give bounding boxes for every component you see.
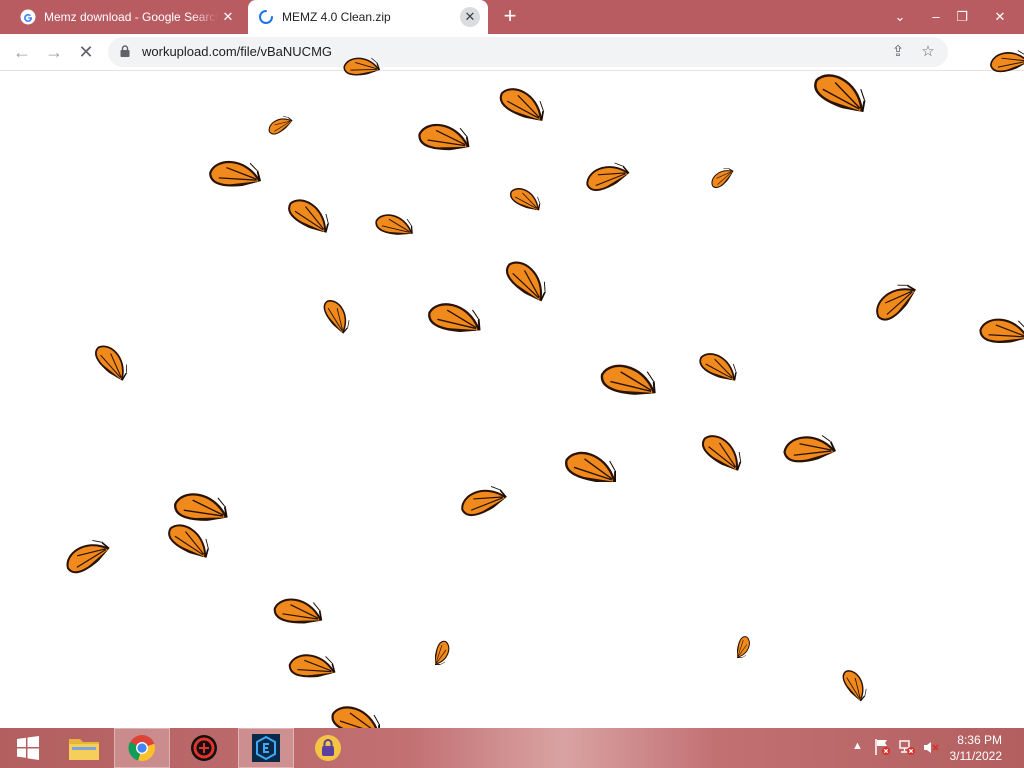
restore-icon[interactable]: ❐ bbox=[950, 4, 974, 30]
loading-spinner-icon bbox=[259, 10, 273, 24]
star-icon[interactable]: ☆ bbox=[918, 42, 938, 62]
tab-strip: Memz download - Google Search ✕ MEMZ 4.0… bbox=[0, 0, 1024, 34]
volume-muted-icon[interactable] bbox=[922, 738, 940, 756]
windows-taskbar: ▲ 8:36 PM 3/11/2022 bbox=[0, 728, 1024, 768]
arrow-left-icon[interactable]: ← bbox=[10, 40, 34, 64]
clock-date: 3/11/2022 bbox=[949, 749, 1003, 763]
app-red-icon[interactable] bbox=[176, 728, 232, 768]
close-icon[interactable]: ✕ bbox=[988, 4, 1012, 30]
system-clock[interactable]: 8:36 PM 3/11/2022 bbox=[942, 732, 1003, 764]
tab-title: MEMZ 4.0 Clean.zip bbox=[282, 10, 391, 24]
stop-x-icon[interactable]: ✕ bbox=[74, 40, 98, 64]
address-bar[interactable]: workupload.com/file/vBaNUCMG ⇪ ☆ bbox=[108, 37, 948, 67]
close-tab-icon[interactable]: ✕ bbox=[218, 7, 238, 27]
chevron-down-icon[interactable]: ⌄ bbox=[888, 4, 912, 30]
file-explorer-icon[interactable] bbox=[56, 728, 112, 768]
action-center-flag-icon[interactable] bbox=[874, 738, 890, 756]
page-content bbox=[0, 71, 1024, 728]
windows-start-icon[interactable] bbox=[0, 728, 56, 768]
share-icon[interactable]: ⇪ bbox=[888, 42, 908, 62]
tab-memz-download-search[interactable]: Memz download - Google Search ✕ bbox=[10, 0, 246, 34]
browser-toolbar: ← → ✕ workupload.com/file/vBaNUCMG ⇪ ☆ bbox=[0, 34, 1024, 71]
close-tab-icon[interactable]: ✕ bbox=[460, 7, 480, 27]
lock-icon bbox=[120, 45, 130, 57]
plus-icon[interactable]: + bbox=[498, 5, 522, 29]
minimize-icon[interactable]: – bbox=[924, 4, 948, 30]
tab-memz-zip[interactable]: MEMZ 4.0 Clean.zip ✕ bbox=[248, 0, 488, 34]
chevron-up-icon[interactable]: ▲ bbox=[852, 740, 863, 752]
google-g-icon bbox=[20, 9, 36, 25]
app-blue-icon[interactable] bbox=[238, 728, 294, 768]
chrome-icon[interactable] bbox=[114, 728, 170, 768]
app-lock-icon[interactable] bbox=[300, 728, 356, 768]
network-icon[interactable] bbox=[898, 738, 916, 756]
tab-title: Memz download - Google Search bbox=[44, 10, 218, 24]
url-text: workupload.com/file/vBaNUCMG bbox=[142, 44, 333, 59]
arrow-right-icon[interactable]: → bbox=[42, 40, 66, 64]
clock-time: 8:36 PM bbox=[957, 733, 1002, 747]
